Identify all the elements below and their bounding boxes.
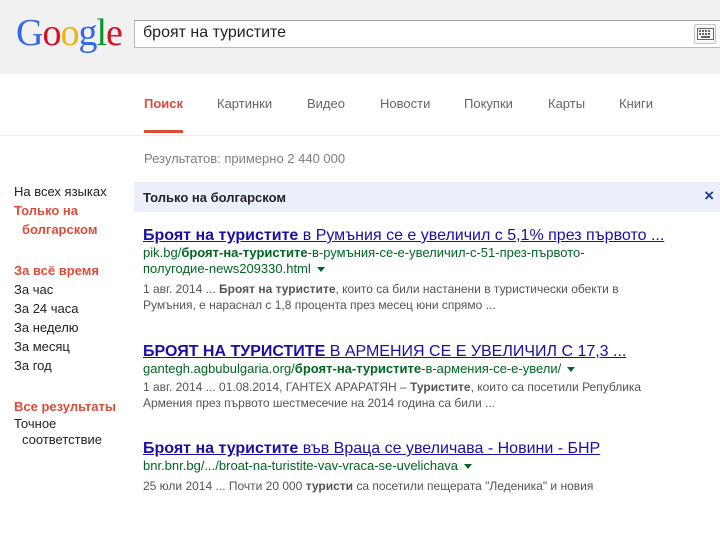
filter-past-week[interactable]: За неделю xyxy=(14,318,126,337)
filter-verbatim[interactable]: Точное соответствие xyxy=(14,416,126,448)
tab-video[interactable]: Видео xyxy=(307,96,345,111)
title-highlight: Броят на туристите xyxy=(143,227,299,244)
result-title-link[interactable]: Броят на туристите в Румъния се е увелич… xyxy=(143,226,718,245)
google-logo[interactable]: Google xyxy=(16,12,123,54)
filter-label: болгарском xyxy=(22,222,98,237)
tab-maps[interactable]: Карты xyxy=(548,96,585,111)
snippet-date: 25 юли 2014 ... xyxy=(143,479,229,493)
logo-letter: g xyxy=(78,12,97,54)
logo-letter: e xyxy=(106,12,123,54)
url-options-arrow-icon[interactable] xyxy=(464,464,473,470)
result-snippet: 1 авг. 2014 ... 01.08.2014, ГАНТЕХ АРАРА… xyxy=(143,379,718,395)
search-result: Броят на туристите във Враца се увеличав… xyxy=(143,439,718,494)
snippet-date: 1 авг. 2014 ... xyxy=(143,282,220,296)
snippet-highlight: Броят на туристите xyxy=(219,282,336,296)
language-filter-notice: Только на болгарском × xyxy=(134,182,720,212)
result-url: полугодие-news209330.html xyxy=(143,261,718,277)
title-text: В АРМЕНИЯ СЕ Е УВЕЛИЧИЛ С 17,3 ... xyxy=(325,343,627,360)
url-options-arrow-icon[interactable] xyxy=(316,267,325,273)
search-tabs: Поиск Картинки Видео Новости Покупки Кар… xyxy=(0,74,720,136)
result-stats: Результатов: примерно 2 440 000 xyxy=(144,151,346,166)
filter-label: Точное xyxy=(14,416,57,431)
title-highlight: Броят на туристите xyxy=(143,440,299,457)
filter-past-month[interactable]: За месяц xyxy=(14,337,126,356)
result-url: pik.bg/броят-на-туристите-в-румъния-се-е… xyxy=(143,245,718,261)
logo-letter: G xyxy=(16,12,43,54)
title-text: в Румъния се е увеличил с 5,1% през първ… xyxy=(298,227,665,244)
search-result: Броят на туристите в Румъния се е увелич… xyxy=(143,226,718,313)
snippet-text: , които са били настанени в туристически… xyxy=(335,282,619,296)
filter-label: соответствие xyxy=(22,432,102,447)
tab-shopping[interactable]: Покупки xyxy=(464,96,513,111)
tab-news[interactable]: Новости xyxy=(380,96,430,111)
url-text: gantegh.agbubulgaria.org/ xyxy=(143,361,295,376)
url-highlight: броят-на-туристите xyxy=(294,361,422,376)
url-highlight: броят-на-туристите xyxy=(181,245,308,260)
search-result: БРОЯТ НА ТУРИСТИТЕ В АРМЕНИЯ СЕ Е УВЕЛИЧ… xyxy=(143,342,718,411)
result-url: gantegh.agbubulgaria.org/броят-на-турист… xyxy=(143,361,718,377)
result-title-link[interactable]: Броят на туристите във Враца се увеличав… xyxy=(143,439,718,458)
logo-letter: o xyxy=(60,12,79,54)
snippet-text: Почти 20 000 xyxy=(228,479,306,493)
snippet-highlight: туристи xyxy=(305,479,354,493)
tab-images[interactable]: Картинки xyxy=(217,96,272,111)
snippet-text: , които са посетили Република xyxy=(470,380,642,394)
keyboard-button[interactable] xyxy=(694,24,716,44)
filter-all-results[interactable]: Все результаты xyxy=(14,397,126,416)
url-options-arrow-icon[interactable] xyxy=(567,367,576,373)
filter-past-year[interactable]: За год xyxy=(14,356,126,375)
result-title-link[interactable]: БРОЯТ НА ТУРИСТИТЕ В АРМЕНИЯ СЕ Е УВЕЛИЧ… xyxy=(143,342,718,361)
result-snippet: 25 юли 2014 ... Почти 20 000 туристи са … xyxy=(143,478,718,494)
url-text: bnr.bnr.bg/.../broat-na-turistite-vav-vr… xyxy=(143,458,459,473)
filter-all-languages[interactable]: На всех языках xyxy=(14,182,126,201)
url-text: pik.bg/ xyxy=(143,245,182,260)
filter-past-hour[interactable]: За час xyxy=(14,280,126,299)
result-url: bnr.bnr.bg/.../broat-na-turistite-vav-vr… xyxy=(143,458,718,474)
url-text: -в-армения-се-е-увели/ xyxy=(421,361,562,376)
filter-label: Только на xyxy=(14,203,78,218)
keyboard-icon xyxy=(697,28,714,40)
top-bar: Google xyxy=(0,0,720,75)
tab-search[interactable]: Поиск xyxy=(144,96,184,133)
close-icon[interactable]: × xyxy=(704,186,714,206)
title-text: във Враца се увеличава - Новини - БНР xyxy=(298,440,601,457)
filter-any-time[interactable]: За всё время xyxy=(14,261,126,280)
snippet-text: са посетили пещерата "Леденика" и новия xyxy=(353,479,594,493)
url-text: -в-румъния-се-е-увеличил-с-51-през-първо… xyxy=(307,245,585,260)
result-snippet: 1 авг. 2014 ... Броят на туристите, коит… xyxy=(143,281,718,297)
snippet-text: 01.08.2014, ГАНТЕХ АРАРАТЯН – xyxy=(219,380,410,394)
result-snippet: Армения през първото шестмесечие на 2014… xyxy=(143,396,495,410)
url-text: полугодие-news209330.html xyxy=(143,261,311,276)
filter-bulgarian-only[interactable]: Только на болгарском xyxy=(14,201,126,239)
search-input[interactable] xyxy=(143,24,683,42)
logo-letter: o xyxy=(42,12,61,54)
search-tools-sidebar: На всех языках Только на болгарском За в… xyxy=(14,182,126,448)
notice-label: Только на болгарском xyxy=(143,190,287,205)
result-snippet: Румъния, е нараснал с 1,8 процента през … xyxy=(143,298,496,312)
snippet-highlight: Туристите xyxy=(410,380,471,394)
filter-past-24-hours[interactable]: За 24 часа xyxy=(14,299,126,318)
tab-books[interactable]: Книги xyxy=(619,96,653,111)
snippet-date: 1 авг. 2014 ... xyxy=(143,380,220,394)
logo-letter: l xyxy=(96,12,107,54)
search-box[interactable] xyxy=(134,20,720,48)
title-highlight: БРОЯТ НА ТУРИСТИТЕ xyxy=(143,343,326,360)
